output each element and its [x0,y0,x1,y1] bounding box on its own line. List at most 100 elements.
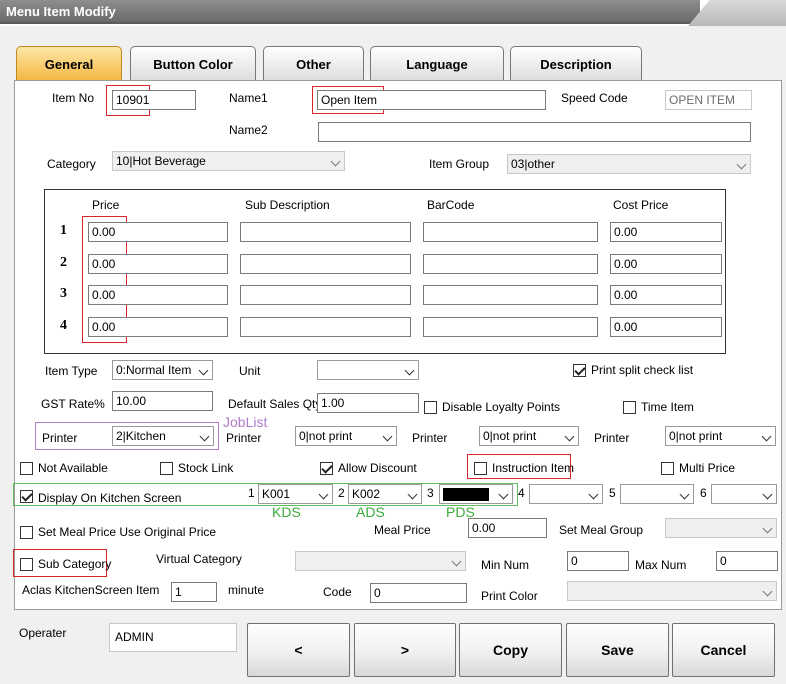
set-meal-original-price-checkbox[interactable] [20,526,33,539]
cost-price-input[interactable]: 0.00 [610,254,722,274]
save-button[interactable]: Save [566,623,669,677]
multi-price-label: Multi Price [679,461,736,475]
meal-price-label: Meal Price [374,523,431,537]
kitchen-screen-select-3[interactable] [439,484,513,504]
unit-select[interactable] [317,360,419,380]
allow-discount-checkbox[interactable] [320,462,333,475]
set-meal-original-price-label: Set Meal Price Use Original Price [38,525,217,539]
kitchen-screen-select-5[interactable] [620,484,694,504]
next-button[interactable]: > [354,623,456,677]
chevron-down-icon [199,431,210,442]
virtual-category-label: Virtual Category [156,552,242,566]
virtual-category-select[interactable] [295,551,466,571]
tab-general[interactable]: General [16,46,122,81]
min-num-input[interactable]: 0 [567,551,629,571]
tab-button-color[interactable]: Button Color [130,46,256,81]
kitchen-screen-select-6[interactable] [711,484,777,504]
name1-input[interactable]: Open Item [317,90,546,110]
printer-select-1[interactable]: 2|Kitchen [112,426,214,446]
kds-annotation: KDS [272,504,301,520]
price-input[interactable]: 0.00 [88,317,228,337]
max-num-input[interactable]: 0 [716,551,778,571]
category-select[interactable]: 10|Hot Beverage [112,151,345,171]
category-label: Category [47,157,96,171]
sub-description-input[interactable] [240,222,411,242]
print-color-select[interactable] [567,581,777,601]
sub-description-header: Sub Description [245,198,330,212]
stock-link-checkbox[interactable] [160,462,173,475]
tab-language[interactable]: Language [370,46,504,81]
printer-select-2[interactable]: 0|not print [295,426,397,446]
printer-select-3[interactable]: 0|not print [479,426,579,446]
copy-button[interactable]: Copy [459,623,562,677]
ads-annotation: ADS [356,504,385,520]
not-available-checkbox[interactable] [20,462,33,475]
sub-description-input[interactable] [240,254,411,274]
speed-code-input[interactable]: OPEN ITEM [665,90,752,110]
item-type-label: Item Type [45,364,98,378]
code-input[interactable]: 0 [370,583,467,603]
item-type-select[interactable]: 0:Normal Item [112,360,213,380]
chevron-down-icon [318,489,329,500]
item-no-input[interactable]: 10901 [112,90,196,110]
tab-description[interactable]: Description [510,46,642,81]
previous-button[interactable]: < [247,623,350,677]
print-split-checkbox[interactable] [573,364,586,377]
print-split-label: Print split check list [591,363,694,377]
default-sales-qty-input[interactable]: 1.00 [317,393,419,413]
tab-other[interactable]: Other [263,46,364,81]
window-title: Menu Item Modify [6,4,116,19]
cost-price-input[interactable]: 0.00 [610,317,722,337]
printer-select-4[interactable]: 0|not print [665,426,776,446]
chevron-down-icon [762,586,773,597]
print-color-label: Print Color [481,589,538,603]
printer-label: Printer [594,431,630,445]
meal-price-input[interactable]: 0.00 [468,518,547,538]
barcode-input[interactable] [423,285,598,305]
gst-rate-input[interactable]: 10.00 [112,391,213,411]
color-swatch [443,488,489,501]
item-group-select[interactable]: 03|other [507,154,751,174]
price-input[interactable]: 0.00 [88,222,228,242]
price-header: Price [92,198,120,212]
cost-price-input[interactable]: 0.00 [610,222,722,242]
min-num-label: Min Num [481,558,530,572]
display-kitchen-checkbox[interactable] [20,490,33,503]
operator-input[interactable]: ADMIN [109,623,237,652]
row-number: 1 [60,223,67,238]
cancel-button[interactable]: Cancel [672,623,775,677]
name2-input[interactable] [318,122,751,142]
chevron-down-icon [382,431,393,442]
instruction-item-checkbox[interactable] [474,462,487,475]
aclas-kitchen-screen-input[interactable]: 1 [171,582,217,602]
row-number: 2 [60,255,67,270]
unit-label: Unit [239,364,261,378]
barcode-input[interactable] [423,222,598,242]
operator-label: Operater [19,626,67,640]
sub-description-input[interactable] [240,317,411,337]
row-number: 3 [60,286,67,301]
sub-category-checkbox[interactable] [20,558,33,571]
kitchen-screen-number: 2 [338,486,345,500]
kitchen-screen-number: 5 [609,486,616,500]
disable-loyalty-label: Disable Loyalty Points [442,400,561,414]
kitchen-screen-select-1[interactable]: K001 [258,484,333,504]
disable-loyalty-checkbox[interactable] [424,401,437,414]
sub-description-input[interactable] [240,285,411,305]
kitchen-screen-select-2[interactable]: K002 [348,484,422,504]
kitchen-screen-number: 3 [427,486,434,500]
set-meal-group-select[interactable] [665,518,777,538]
price-input[interactable]: 0.00 [88,285,228,305]
multi-price-checkbox[interactable] [661,462,674,475]
kitchen-screen-number: 4 [518,486,525,500]
chevron-down-icon [498,489,509,500]
cost-price-input[interactable]: 0.00 [610,285,722,305]
barcode-input[interactable] [423,317,598,337]
allow-discount-label: Allow Discount [338,461,417,475]
price-input[interactable]: 0.00 [88,254,228,274]
chevron-down-icon [330,156,341,167]
barcode-input[interactable] [423,254,598,274]
kitchen-screen-select-4[interactable] [529,484,603,504]
time-item-checkbox[interactable] [623,401,636,414]
default-sales-qty-label: Default Sales Qty [228,397,322,411]
